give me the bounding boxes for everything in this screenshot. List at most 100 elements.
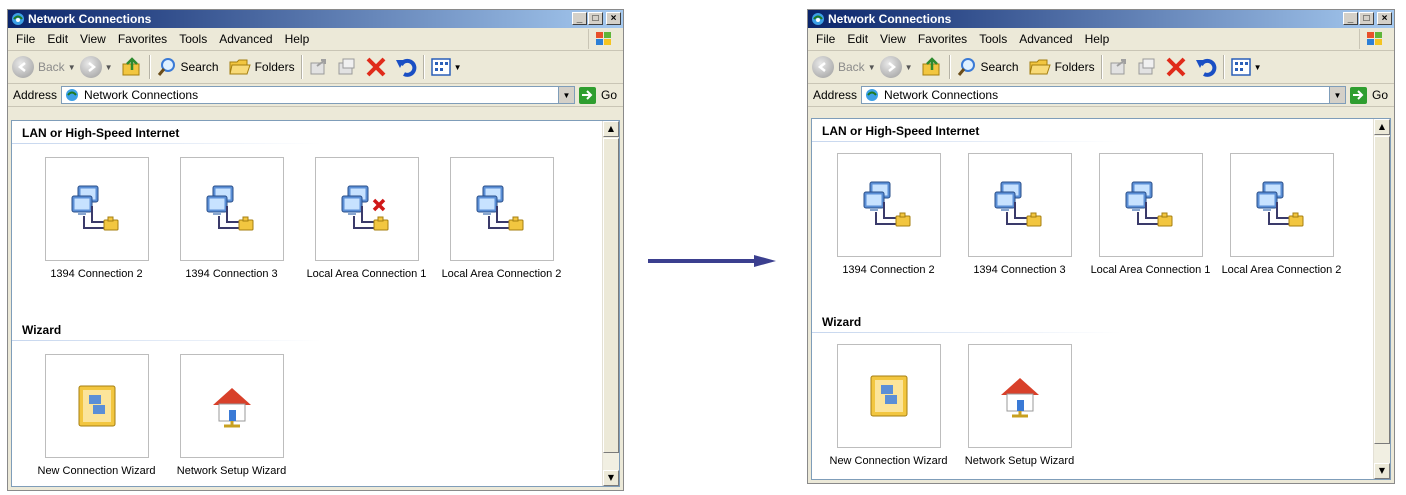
move-to-icon xyxy=(310,59,326,75)
connection-item[interactable]: 1394 Connection 3 xyxy=(165,157,298,280)
copy-to-button[interactable] xyxy=(1137,57,1157,77)
menu-tools[interactable]: Tools xyxy=(973,32,1013,46)
minimize-button[interactable]: _ xyxy=(1343,12,1358,25)
copy-to-button[interactable] xyxy=(337,57,357,77)
go-arrow-icon xyxy=(1349,86,1367,104)
group-divider xyxy=(812,141,1122,142)
address-dropdown-icon[interactable]: ▼ xyxy=(557,87,574,103)
back-button[interactable]: Back ▼ xyxy=(812,56,880,78)
chevron-down-icon[interactable]: ▼ xyxy=(1254,63,1262,72)
minimize-button[interactable]: _ xyxy=(572,12,587,25)
menu-help[interactable]: Help xyxy=(1079,32,1116,46)
connection-item[interactable]: Local Area Connection 1 xyxy=(300,157,433,280)
connection-item[interactable]: Local Area Connection 2 xyxy=(435,157,568,280)
delete-button[interactable] xyxy=(1165,56,1187,78)
address-input[interactable]: Network Connections ▼ xyxy=(861,86,1346,104)
wizard-item[interactable]: Network Setup Wizard xyxy=(953,344,1086,467)
connection-item[interactable]: 1394 Connection 2 xyxy=(822,153,955,276)
back-button[interactable]: Back ▼ xyxy=(12,56,80,78)
chevron-down-icon[interactable]: ▼ xyxy=(905,63,913,72)
menu-edit[interactable]: Edit xyxy=(841,32,874,46)
network-connections-icon xyxy=(812,13,824,25)
up-folder-icon xyxy=(122,57,140,76)
scroll-up-icon[interactable]: ▲ xyxy=(1374,119,1390,135)
go-button[interactable]: Go xyxy=(1349,86,1388,104)
connection-label: 1394 Connection 3 xyxy=(185,268,278,280)
menu-help[interactable]: Help xyxy=(279,32,316,46)
menu-file[interactable]: File xyxy=(8,32,41,46)
search-icon xyxy=(957,58,975,76)
go-label: Go xyxy=(600,88,617,102)
menu-favorites[interactable]: Favorites xyxy=(112,32,173,46)
up-folder-button[interactable] xyxy=(121,56,143,78)
address-input[interactable]: Network Connections ▼ xyxy=(61,86,575,104)
windows-logo-icon xyxy=(588,29,619,49)
delete-icon xyxy=(366,57,385,77)
scroll-down-icon[interactable]: ▼ xyxy=(603,470,619,486)
delete-button[interactable] xyxy=(365,56,387,78)
network-connection-icon xyxy=(862,180,916,230)
move-to-button[interactable] xyxy=(1109,57,1129,77)
menu-tools[interactable]: Tools xyxy=(173,32,213,46)
connection-label: Local Area Connection 1 xyxy=(1090,264,1211,276)
address-dropdown-icon[interactable]: ▼ xyxy=(1328,87,1345,103)
go-button[interactable]: Go xyxy=(578,86,617,104)
chevron-down-icon[interactable]: ▼ xyxy=(454,63,462,72)
search-button[interactable]: Search xyxy=(957,57,1019,77)
menu-advanced[interactable]: Advanced xyxy=(1013,32,1078,46)
transition-arrow-icon xyxy=(648,255,776,267)
maximize-button[interactable]: □ xyxy=(588,12,603,25)
menu-view[interactable]: View xyxy=(74,32,112,46)
search-button[interactable]: Search xyxy=(157,57,219,77)
connection-item[interactable]: 1394 Connection 2 xyxy=(30,157,163,280)
window-after: Network Connections _ □ × File Edit View… xyxy=(807,9,1395,484)
forward-arrow-icon xyxy=(879,56,902,78)
menu-view[interactable]: View xyxy=(874,32,912,46)
network-connection-icon xyxy=(475,184,529,234)
wizard-item[interactable]: New Connection Wizard xyxy=(30,354,163,477)
wizard-item[interactable]: New Connection Wizard xyxy=(822,344,955,467)
group-header-wizard: Wizard xyxy=(822,315,862,329)
undo-button[interactable] xyxy=(1195,56,1217,78)
network-connections-icon xyxy=(66,89,79,101)
group-divider xyxy=(812,332,1122,333)
chevron-down-icon[interactable]: ▼ xyxy=(68,63,76,72)
views-button[interactable]: ▼ xyxy=(1230,58,1266,76)
vertical-scrollbar[interactable]: ▲ ▼ xyxy=(1373,119,1390,479)
address-value: Network Connections xyxy=(884,88,999,102)
group-header-wizard: Wizard xyxy=(22,323,62,337)
wizard-item[interactable]: Network Setup Wizard xyxy=(165,354,298,477)
group-header-lan: LAN or High-Speed Internet xyxy=(22,126,180,140)
menu-file[interactable]: File xyxy=(808,32,841,46)
copy-to-icon xyxy=(338,58,355,75)
close-button[interactable]: × xyxy=(1377,12,1392,25)
menu-edit[interactable]: Edit xyxy=(41,32,74,46)
forward-button[interactable]: ▼ xyxy=(79,56,117,78)
forward-button[interactable]: ▼ xyxy=(879,56,917,78)
move-to-button[interactable] xyxy=(309,57,329,77)
undo-icon xyxy=(395,58,416,77)
connection-item[interactable]: 1394 Connection 3 xyxy=(953,153,1086,276)
close-button[interactable]: × xyxy=(606,12,621,25)
up-folder-button[interactable] xyxy=(921,56,943,78)
go-arrow-icon xyxy=(578,86,596,104)
connection-item[interactable]: Local Area Connection 1 xyxy=(1084,153,1217,276)
scroll-thumb[interactable] xyxy=(1374,136,1390,444)
delete-icon xyxy=(1166,57,1185,77)
scroll-thumb[interactable] xyxy=(603,138,619,453)
network-connections-icon xyxy=(866,89,879,101)
folders-button[interactable]: Folders xyxy=(1028,57,1095,77)
maximize-button[interactable]: □ xyxy=(1359,12,1374,25)
menu-advanced[interactable]: Advanced xyxy=(213,32,278,46)
views-button[interactable]: ▼ xyxy=(430,58,466,76)
chevron-down-icon[interactable]: ▼ xyxy=(868,63,876,72)
menu-favorites[interactable]: Favorites xyxy=(912,32,973,46)
scroll-down-icon[interactable]: ▼ xyxy=(1374,463,1390,479)
vertical-scrollbar[interactable]: ▲ ▼ xyxy=(602,121,619,486)
chevron-down-icon[interactable]: ▼ xyxy=(105,63,113,72)
connection-item[interactable]: Local Area Connection 2 xyxy=(1215,153,1348,276)
scroll-up-icon[interactable]: ▲ xyxy=(603,121,619,137)
connection-label: 1394 Connection 2 xyxy=(50,268,143,280)
undo-button[interactable] xyxy=(395,56,417,78)
folders-button[interactable]: Folders xyxy=(228,57,295,77)
